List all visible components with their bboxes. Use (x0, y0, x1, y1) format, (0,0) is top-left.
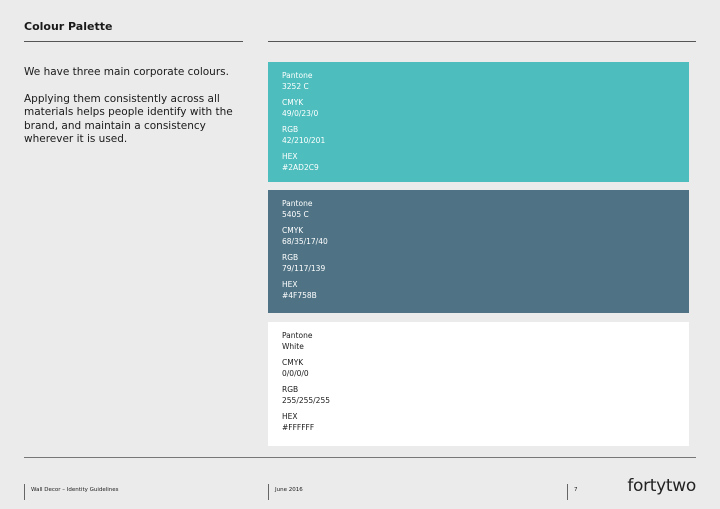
pantone-field: Pantone 5405 C (282, 198, 675, 220)
rgb-field: RGB 79/117/139 (282, 252, 675, 274)
rgb-value: 79/117/139 (282, 264, 326, 273)
intro-text: We have three main corporate colours. Ap… (24, 66, 246, 160)
pantone-value: 3252 C (282, 82, 309, 91)
brand-logo: fortytwo (627, 476, 696, 496)
intro-paragraph: Applying them consistently across all ma… (24, 92, 233, 146)
header-divider (268, 41, 696, 42)
cmyk-value: 68/35/17/40 (282, 237, 328, 246)
hex-value: #4F758B (282, 291, 317, 300)
cmyk-field: CMYK 0/0/0/0 (282, 357, 675, 379)
footer-date: June 2016 (268, 484, 303, 500)
rgb-value: 42/210/201 (282, 136, 326, 145)
cmyk-value: 49/0/23/0 (282, 109, 319, 118)
intro-paragraph: We have three main corporate colours. (24, 66, 229, 78)
pantone-field: Pantone 3252 C (282, 70, 675, 92)
pantone-value: 5405 C (282, 210, 309, 219)
footer-divider (24, 457, 696, 458)
page-title: Colour Palette (24, 20, 113, 33)
hex-field: HEX #2AD2C9 (282, 151, 675, 173)
colour-swatch-slate: Pantone 5405 C CMYK 68/35/17/40 RGB 79/1… (268, 190, 689, 313)
pantone-label: Pantone (282, 71, 313, 80)
title-divider (24, 41, 243, 42)
hex-field: HEX #FFFFFF (282, 411, 675, 433)
colour-swatch-white: Pantone White CMYK 0/0/0/0 RGB 255/255/2… (268, 322, 689, 446)
footer-page-number: 7 (567, 484, 578, 500)
rgb-label: RGB (282, 125, 299, 134)
rgb-label: RGB (282, 385, 299, 394)
hex-value: #2AD2C9 (282, 163, 319, 172)
rgb-label: RGB (282, 253, 299, 262)
cmyk-label: CMYK (282, 358, 304, 367)
pantone-label: Pantone (282, 199, 313, 208)
pantone-value: White (282, 342, 304, 351)
cmyk-value: 0/0/0/0 (282, 369, 309, 378)
hex-field: HEX #4F758B (282, 279, 675, 301)
footer-document-title: Wall Decor – Identity Guidelines (24, 484, 119, 500)
cmyk-field: CMYK 68/35/17/40 (282, 225, 675, 247)
rgb-field: RGB 255/255/255 (282, 384, 675, 406)
hex-value: #FFFFFF (282, 423, 315, 432)
rgb-value: 255/255/255 (282, 396, 330, 405)
rgb-field: RGB 42/210/201 (282, 124, 675, 146)
cmyk-field: CMYK 49/0/23/0 (282, 97, 675, 119)
pantone-field: Pantone White (282, 330, 675, 352)
pantone-label: Pantone (282, 331, 313, 340)
cmyk-label: CMYK (282, 226, 304, 235)
hex-label: HEX (282, 280, 298, 289)
cmyk-label: CMYK (282, 98, 304, 107)
hex-label: HEX (282, 412, 298, 421)
colour-swatch-teal: Pantone 3252 C CMYK 49/0/23/0 RGB 42/210… (268, 62, 689, 182)
hex-label: HEX (282, 152, 298, 161)
